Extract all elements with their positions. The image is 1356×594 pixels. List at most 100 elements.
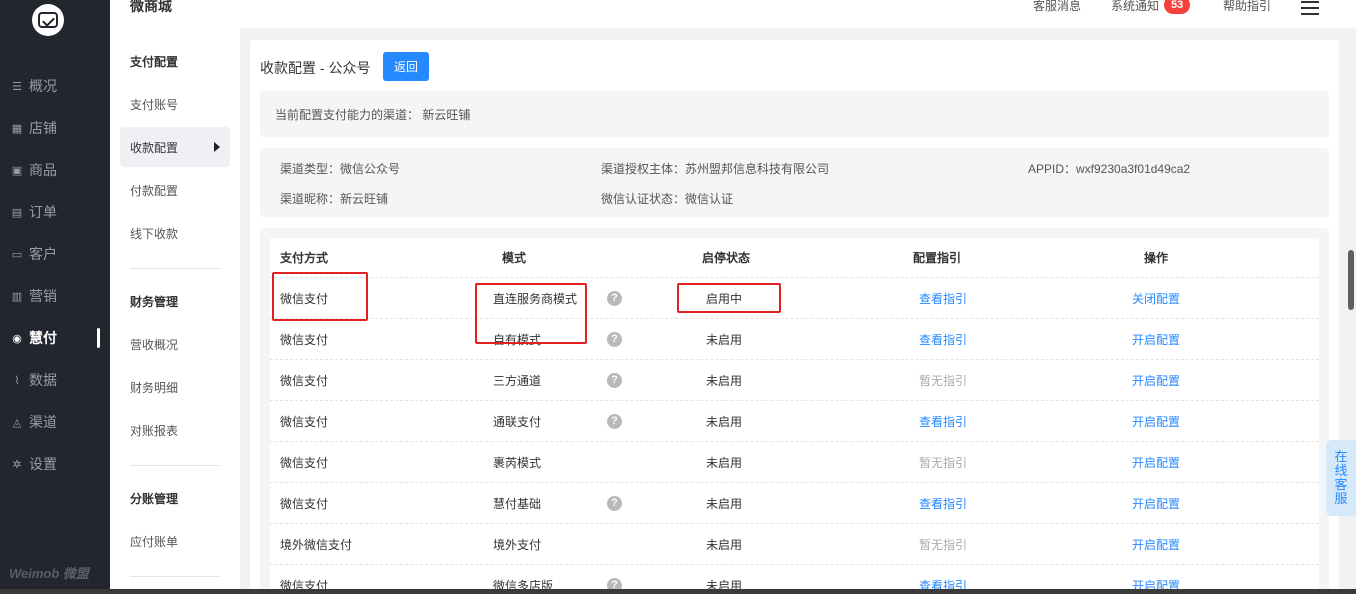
view-guide-link[interactable]: 查看指引 bbox=[919, 278, 967, 318]
divider bbox=[130, 576, 220, 577]
subnav-group-finance: 财务管理 bbox=[130, 295, 179, 309]
help-icon[interactable]: ? bbox=[607, 401, 622, 441]
no-guide-text: 暂无指引 bbox=[919, 537, 968, 552]
subnav-group-payment-config: 支付配置 bbox=[130, 55, 179, 69]
sidebar-item-8[interactable]: ◬ 渠道 bbox=[0, 410, 110, 434]
toggle-link[interactable]: 开启 bbox=[1132, 454, 1156, 471]
method-cell: 境外微信支付 bbox=[280, 537, 353, 552]
table-header: 支付方式 模式 启停状态 配置指引 操作 bbox=[270, 238, 1319, 278]
subnav-item-payout-config[interactable]: 付款配置 bbox=[130, 182, 178, 199]
pay-icon: ◉ bbox=[12, 332, 22, 345]
bottom-bar bbox=[0, 589, 1356, 594]
sidebar-item-label: 营销 bbox=[29, 288, 57, 304]
marketing-icon: ▥ bbox=[11, 290, 23, 303]
current-channel-banner: 当前配置支付能力的渠道： 新云旺铺 bbox=[260, 91, 1329, 137]
sidebar-item-label: 客户 bbox=[29, 246, 57, 262]
toggle-link[interactable]: 开启 bbox=[1132, 413, 1156, 430]
subnav-item-pay-account[interactable]: 支付账号 bbox=[130, 96, 178, 113]
toggle-link[interactable]: 开启 bbox=[1132, 372, 1156, 389]
weimob-logo-icon[interactable] bbox=[32, 4, 64, 36]
action-cell: 开启 配置 bbox=[1132, 524, 1180, 564]
highlight-box bbox=[272, 272, 368, 321]
view-guide-link[interactable]: 查看指引 bbox=[919, 483, 967, 523]
col-status: 启停状态 bbox=[702, 251, 751, 265]
mode-cell: 三方通道 bbox=[493, 373, 542, 388]
table-row: 微信支付 直连服务商模式 启用中 查看指引? 关闭 配置 bbox=[270, 278, 1319, 319]
main-sidebar: ☰ 概况 ▦ 店铺 ▣ 商品 ▤ 订单 ▭ 客户 ▥ 营销 ◉ 慧付 ⌇ 数据 ◬ 渠道 ✲ 设置 Weimob 微盟 bbox=[0, 0, 110, 594]
status-cell: 未启用 bbox=[706, 414, 743, 429]
sidebar-item-3[interactable]: ▤ 订单 bbox=[0, 200, 110, 224]
subnav-item-finance-detail[interactable]: 财务明细 bbox=[130, 379, 178, 396]
sidebar-item-9[interactable]: ✲ 设置 bbox=[0, 452, 110, 476]
divider bbox=[130, 465, 220, 466]
table-row: 微信支付 自有模式 未启用 查看指引? 开启 配置 bbox=[270, 319, 1319, 360]
subnav-item-payable-bills[interactable]: 应付账单 bbox=[130, 533, 178, 550]
channel-icon: ◬ bbox=[12, 416, 22, 429]
sidebar-item-2[interactable]: ▣ 商品 bbox=[0, 158, 110, 182]
config-link[interactable]: 配置 bbox=[1156, 495, 1180, 512]
sidebar-item-7[interactable]: ⌇ 数据 bbox=[0, 368, 110, 392]
toggle-link[interactable]: 开启 bbox=[1132, 536, 1156, 553]
sidebar-item-label: 订单 bbox=[29, 204, 57, 220]
main-card: 收款配置 - 公众号 返回 当前配置支付能力的渠道： 新云旺铺 渠道类型：微信公… bbox=[250, 40, 1339, 594]
store-icon: ▦ bbox=[11, 122, 23, 135]
config-link[interactable]: 配置 bbox=[1156, 413, 1180, 430]
action-cell: 开启 配置 bbox=[1132, 360, 1180, 400]
help-icon[interactable]: ? bbox=[607, 319, 622, 359]
auth-subject: 渠道授权主体：苏州盟邦信息科技有限公司 bbox=[601, 162, 830, 176]
toggle-link[interactable]: 关闭 bbox=[1132, 290, 1156, 307]
payment-table: 支付方式 模式 启停状态 配置指引 操作 微信支付 直连服务商模式 启用中 查看指引?… bbox=[270, 238, 1319, 594]
status-cell: 未启用 bbox=[706, 373, 743, 388]
notice-count-badge: 53 bbox=[1164, 0, 1191, 14]
help-guide-link[interactable]: 帮助指引 bbox=[1223, 0, 1271, 14]
toggle-link[interactable]: 开启 bbox=[1132, 331, 1156, 348]
customer-message-link[interactable]: 客服消息 bbox=[1033, 0, 1081, 14]
view-guide-link[interactable]: 查看指引 bbox=[919, 319, 967, 359]
method-cell: 微信支付 bbox=[280, 332, 329, 347]
channel-nickname: 渠道昵称：新云旺铺 bbox=[280, 192, 389, 206]
sidebar-item-6[interactable]: ◉ 慧付 bbox=[0, 326, 110, 350]
config-link[interactable]: 配置 bbox=[1156, 536, 1180, 553]
divider bbox=[130, 268, 220, 269]
config-link[interactable]: 配置 bbox=[1156, 454, 1180, 471]
scrollbar[interactable] bbox=[1348, 250, 1354, 310]
config-link[interactable]: 配置 bbox=[1156, 331, 1180, 348]
subnav-item-reconciliation[interactable]: 对账报表 bbox=[130, 422, 178, 439]
help-icon[interactable]: ? bbox=[607, 360, 622, 400]
subnav-item-label: 收款配置 bbox=[130, 140, 179, 155]
mode-cell: 裹芮模式 bbox=[493, 455, 542, 470]
sidebar-item-1[interactable]: ▦ 店铺 bbox=[0, 116, 110, 140]
subnav-item-offline-receive[interactable]: 线下收款 bbox=[130, 225, 178, 242]
view-guide-link[interactable]: 查看指引 bbox=[919, 401, 967, 441]
highlight-box bbox=[475, 283, 587, 344]
subnav-item-receive-config[interactable]: 收款配置 bbox=[120, 127, 230, 167]
help-icon[interactable]: ? bbox=[607, 483, 622, 523]
subnav-group-split: 分账管理 bbox=[130, 492, 179, 506]
config-link[interactable]: 配置 bbox=[1156, 372, 1180, 389]
status-cell: 未启用 bbox=[706, 455, 743, 470]
toggle-link[interactable]: 开启 bbox=[1132, 495, 1156, 512]
menu-icon[interactable] bbox=[1301, 1, 1319, 15]
caret-right-icon bbox=[214, 142, 220, 152]
sidebar-item-label: 数据 bbox=[29, 372, 57, 388]
cert-status: 微信认证状态：微信认证 bbox=[601, 192, 734, 206]
action-cell: 开启 配置 bbox=[1132, 319, 1180, 359]
system-notice-link[interactable]: 系统通知 bbox=[1111, 0, 1159, 14]
config-link[interactable]: 配置 bbox=[1156, 290, 1180, 307]
table-row: 微信支付 三方通道 未启用 暂无指引? 开启 配置 bbox=[270, 360, 1319, 401]
no-guide-text: 暂无指引 bbox=[919, 373, 968, 388]
sidebar-item-0[interactable]: ☰ 概况 bbox=[0, 74, 110, 98]
sidebar-item-5[interactable]: ▥ 营销 bbox=[0, 284, 110, 308]
action-cell: 关闭 配置 bbox=[1132, 278, 1180, 318]
help-icon[interactable]: ? bbox=[607, 278, 622, 318]
channel-details: 渠道类型：微信公众号 渠道授权主体：苏州盟邦信息科技有限公司 APPID：wxf… bbox=[260, 148, 1329, 217]
sidebar-item-label: 概况 bbox=[29, 78, 57, 94]
sidebar-item-4[interactable]: ▭ 客户 bbox=[0, 242, 110, 266]
appid: APPID：wxf9230a3f01d49ca2 bbox=[1028, 162, 1191, 176]
subnav-item-revenue-overview[interactable]: 营收概况 bbox=[130, 336, 178, 353]
no-guide-text: 暂无指引 bbox=[919, 455, 968, 470]
method-cell: 微信支付 bbox=[280, 414, 329, 429]
overview-icon: ☰ bbox=[12, 80, 22, 93]
back-button[interactable]: 返回 bbox=[383, 52, 429, 81]
online-service-tab[interactable]: 在线客服 bbox=[1326, 440, 1356, 516]
